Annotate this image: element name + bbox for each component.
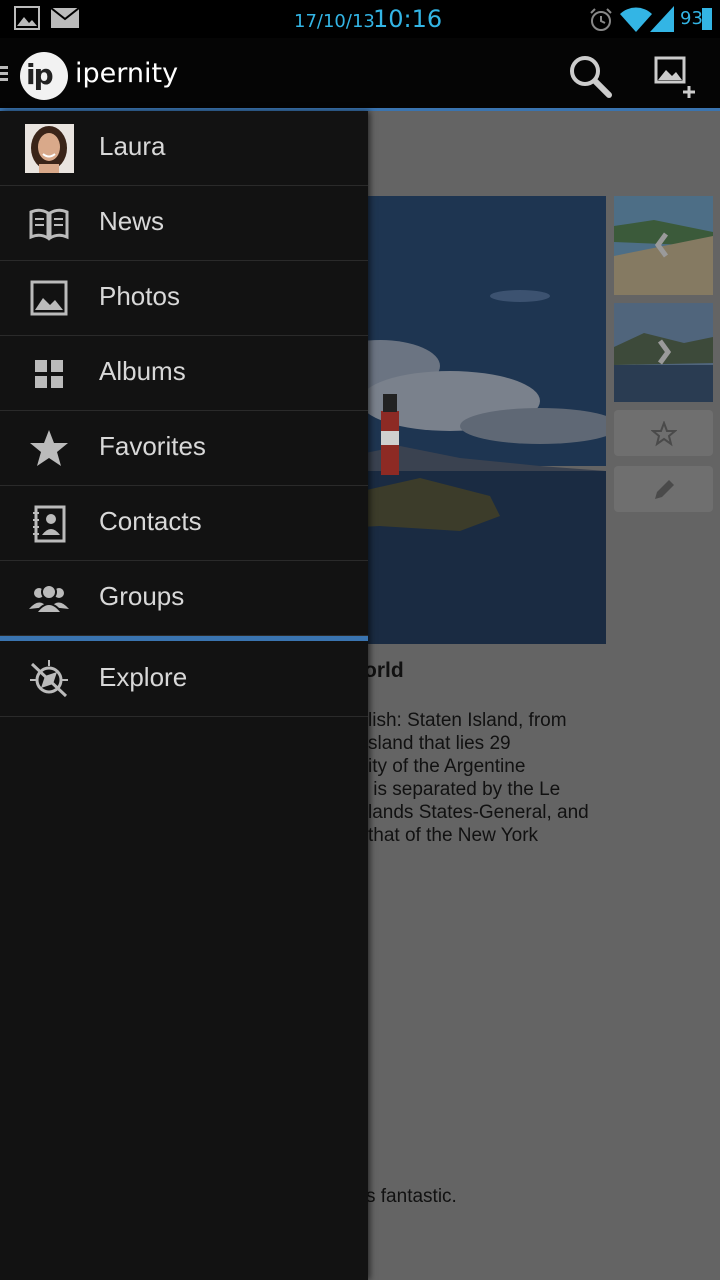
drawer-item-groups[interactable]: Groups — [0, 561, 368, 636]
photo-comment: s fantastic. — [366, 1186, 457, 1207]
previous-photo-thumbnail[interactable] — [614, 196, 713, 295]
drawer-item-label: Groups — [99, 581, 185, 611]
status-date: 17/10/13 — [294, 11, 375, 32]
drawer-item-contacts[interactable]: Contacts — [0, 486, 368, 561]
drawer-item-label: Explore — [99, 662, 188, 692]
drawer-item-label: Contacts — [99, 506, 202, 536]
status-bar: 17/10/13 10:16 93 — [0, 0, 720, 38]
photo-description: lish: Staten Island, from sland that lie… — [368, 710, 589, 846]
drawer-item-label: Favorites — [99, 431, 206, 461]
search-icon[interactable] — [568, 54, 612, 98]
battery-icon — [702, 8, 712, 30]
drawer-section-divider — [0, 636, 368, 641]
mail-notification-icon — [51, 8, 79, 28]
app-title: ipernity — [75, 58, 179, 89]
explore-icon — [30, 660, 68, 698]
drawer-item-news[interactable]: News — [0, 186, 368, 261]
drawer-item-explore[interactable]: Explore — [0, 642, 368, 717]
battery-level: 93 — [680, 8, 703, 29]
drawer-item-label: Photos — [99, 281, 180, 311]
drawer-item-label: News — [99, 206, 165, 236]
edit-button[interactable] — [614, 466, 713, 512]
user-name: Laura — [99, 131, 166, 161]
star-icon — [30, 430, 68, 466]
drawer-item-favorites[interactable]: Favorites — [0, 411, 368, 486]
drawer-item-albums[interactable]: Albums — [0, 336, 368, 411]
avatar — [25, 124, 74, 173]
drawer-item-label: Albums — [99, 356, 186, 386]
drawer-item-profile[interactable]: Laura — [0, 111, 368, 186]
photo-icon — [30, 280, 68, 316]
star-outline-icon — [651, 421, 677, 447]
drawer-item-photos[interactable]: Photos — [0, 261, 368, 336]
favorite-button[interactable] — [614, 410, 713, 456]
photo-title: orld — [364, 659, 404, 682]
main-photo[interactable] — [340, 196, 606, 644]
signal-icon — [650, 6, 674, 32]
drawer-toggle-icon[interactable] — [0, 66, 8, 82]
gallery-notification-icon — [14, 6, 40, 30]
action-bar: ip ipernity — [0, 38, 720, 111]
albums-icon — [35, 360, 63, 388]
groups-icon — [29, 584, 69, 614]
pencil-icon — [655, 480, 674, 499]
alarm-icon — [590, 8, 612, 31]
status-time: 10:16 — [373, 5, 443, 33]
news-icon — [29, 208, 69, 241]
contacts-icon — [33, 505, 66, 543]
wifi-icon — [620, 7, 652, 32]
next-photo-thumbnail[interactable] — [614, 303, 713, 402]
navigation-drawer: Laura News Photos Albums Favorites Conta… — [0, 111, 368, 1280]
app-logo[interactable]: ip — [20, 52, 68, 100]
upload-photo-icon[interactable] — [654, 56, 698, 100]
